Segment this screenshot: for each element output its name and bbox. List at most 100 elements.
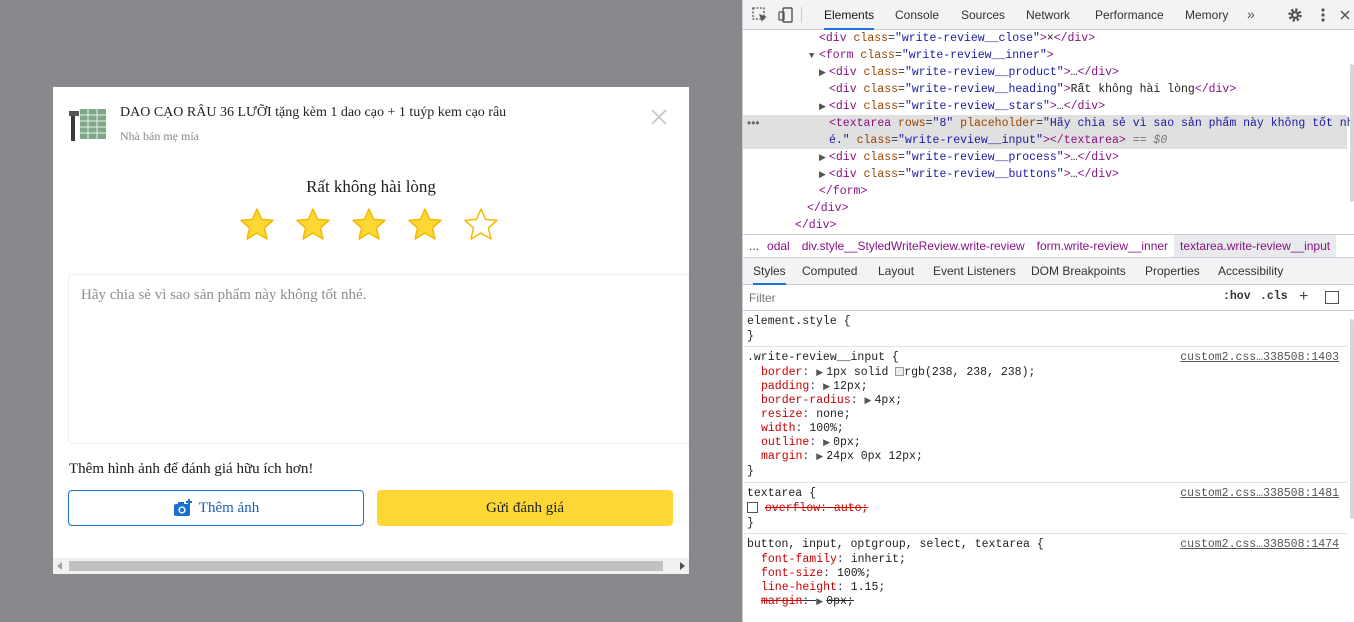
breadcrumb-item[interactable]: div.style__StyledWriteReview.write-revie… (796, 235, 1031, 257)
breadcrumb-item[interactable]: form.write-review__inner (1031, 235, 1174, 257)
rule-brace: } (747, 330, 754, 343)
devtools-panel: Elements Console Sources Network Perform… (742, 0, 1354, 622)
tab-performance[interactable]: Performance (1095, 0, 1164, 30)
horizontal-scrollbar[interactable] (53, 558, 689, 574)
submit-review-button[interactable]: Gửi đánh giá (377, 490, 673, 526)
devtools-toolbar: Elements Console Sources Network Perform… (743, 0, 1354, 30)
rule-source-link[interactable]: custom2.css…338508:1403 (1180, 351, 1339, 364)
subtab-properties[interactable]: Properties (1145, 258, 1200, 285)
style-property[interactable]: resize: none; (761, 408, 851, 422)
dom-node-heading[interactable]: <div class="write-review__heading">Rất k… (743, 81, 1347, 98)
subtab-layout[interactable]: Layout (878, 258, 914, 285)
kebab-menu-icon[interactable] (1317, 6, 1329, 24)
star-empty-icon[interactable] (463, 207, 499, 243)
style-property[interactable]: outline: ▶ 0px; (761, 436, 861, 450)
page-backdrop: DAO CẠO RÂU 36 LƯỠI tặng kèm 1 dao cạo +… (0, 0, 742, 622)
rule-brace: } (747, 517, 754, 530)
dom-tree-scrollbar[interactable] (1350, 64, 1354, 202)
breadcrumb-overflow[interactable]: ... (743, 235, 761, 257)
star-filled-icon[interactable] (239, 207, 275, 243)
style-rule-textarea: textarea { custom2.css…338508:1481 overf… (743, 484, 1347, 534)
property-checkbox[interactable] (747, 502, 758, 513)
toolbar-separator (801, 7, 802, 23)
color-swatch[interactable] (895, 367, 905, 376)
dom-node-div-close[interactable]: </div> (743, 200, 1347, 217)
close-icon[interactable] (649, 107, 669, 127)
scroll-right-arrow-icon[interactable] (680, 562, 685, 570)
style-property[interactable]: border-radius: ▶ 4px; (761, 394, 902, 408)
product-thumbnail (69, 107, 107, 143)
styles-filter-bar: :hov .cls + (743, 285, 1354, 311)
add-photo-hint: Thêm hình ảnh để đánh giá hữu ích hơn! (69, 461, 314, 477)
breadcrumb: ... odal div.style__StyledWriteReview.writ… (743, 234, 1354, 258)
scroll-left-arrow-icon[interactable] (57, 562, 62, 570)
dom-node-textarea-selected[interactable]: ••• <textarea rows="8" placeholder="Hãy … (743, 115, 1354, 149)
more-tabs-chevron-icon[interactable]: » (1247, 0, 1255, 30)
style-property[interactable]: font-size: 100%; (761, 567, 871, 581)
dom-node-process[interactable]: ▶ <div class="write-review__process">…</d… (743, 149, 1347, 166)
subtab-accessibility[interactable]: Accessibility (1218, 258, 1283, 285)
tab-network[interactable]: Network (1026, 0, 1070, 30)
style-rule-form-controls: button, input, optgroup, select, textare… (743, 535, 1347, 622)
rule-source-link[interactable]: custom2.css…338508:1474 (1180, 538, 1339, 551)
style-rule-element: element.style { } (743, 311, 1347, 347)
scrollbar-thumb[interactable] (69, 561, 663, 571)
rule-selector: textarea { (747, 487, 817, 500)
rule-selector: button, input, optgroup, select, textare… (747, 538, 1044, 551)
rating-stars (239, 207, 499, 247)
dom-node-stars[interactable]: ▶ <div class="write-review__stars">…</div… (743, 98, 1347, 115)
styles-filter-input[interactable] (747, 288, 1215, 307)
style-property[interactable]: padding: ▶ 12px; (761, 380, 868, 394)
subtab-computed[interactable]: Computed (802, 258, 857, 285)
star-filled-icon[interactable] (295, 207, 331, 243)
styles-scrollbar[interactable] (1350, 319, 1354, 519)
dom-node-product[interactable]: ▶ <div class="write-review__product">…</d… (743, 64, 1347, 81)
dom-node-close[interactable]: <div class="write-review__close">×</div> (743, 30, 1347, 47)
rule-selector: .write-review__input { (747, 351, 899, 364)
camera-plus-icon (173, 499, 192, 516)
close-devtools-icon[interactable] (1339, 8, 1351, 22)
style-property-disabled[interactable]: overflow: auto; (747, 502, 868, 516)
star-filled-icon[interactable] (407, 207, 443, 243)
seller-name: Nhà bán mẹ mía (120, 129, 199, 143)
computed-sidebar-toggle-icon[interactable] (1325, 291, 1339, 304)
write-review-modal: DAO CẠO RÂU 36 LƯỠI tặng kèm 1 dao cạo +… (53, 87, 689, 574)
dom-node-form[interactable]: ▼ <form class="write-review__inner"> (743, 47, 1347, 64)
new-style-rule-plus-icon[interactable]: + (1299, 288, 1308, 306)
dom-node-form-close[interactable]: </form> (743, 183, 1347, 200)
inspect-element-icon[interactable] (751, 6, 769, 24)
add-photo-button[interactable]: Thêm ảnh (68, 490, 364, 526)
styles-pane: element.style { } .write-review__input {… (743, 311, 1354, 622)
tab-memory[interactable]: Memory (1185, 0, 1228, 30)
style-property-overridden[interactable]: margin: ▶ 0px; (761, 595, 854, 609)
tab-console[interactable]: Console (895, 0, 939, 30)
dom-node-buttons[interactable]: ▶ <div class="write-review__buttons">…</d… (743, 166, 1347, 183)
rule-source-link[interactable]: custom2.css…338508:1481 (1180, 487, 1339, 500)
rule-selector: element.style { (747, 315, 851, 328)
style-property[interactable]: line-height: 1.15; (761, 581, 885, 595)
breadcrumb-item[interactable]: odal (761, 235, 796, 257)
hover-state-toggle[interactable]: :hov (1223, 290, 1251, 303)
style-rule-write-review-input: .write-review__input { custom2.css…33850… (743, 348, 1347, 483)
star-filled-icon[interactable] (351, 207, 387, 243)
style-property[interactable]: width: 100%; (761, 422, 844, 436)
dom-node-div-close-outer[interactable]: </div> (743, 217, 1347, 234)
product-name: DAO CẠO RÂU 36 LƯỠI tặng kèm 1 dao cạo +… (120, 105, 507, 120)
review-textarea[interactable] (68, 274, 689, 444)
subtab-dom-breakpoints[interactable]: DOM Breakpoints (1031, 258, 1126, 285)
subtab-event-listeners[interactable]: Event Listeners (933, 258, 1016, 285)
gutter-dots-icon[interactable]: ••• (747, 115, 760, 132)
style-property[interactable]: margin: ▶ 24px 0px 12px; (761, 450, 923, 464)
styles-subtabs: Styles Computed Layout Event Listeners D… (743, 258, 1354, 285)
gear-icon[interactable] (1286, 6, 1304, 24)
write-review-product: DAO CẠO RÂU 36 LƯỠI tặng kèm 1 dao cạo +… (69, 103, 673, 143)
style-property[interactable]: border: ▶ 1px solid rgb(238, 238, 238); (761, 366, 1035, 380)
class-toggle[interactable]: .cls (1260, 290, 1288, 303)
tab-sources[interactable]: Sources (961, 0, 1005, 30)
style-property[interactable]: font-family: inherit; (761, 553, 906, 567)
review-heading: Rất không hài lòng (306, 177, 436, 196)
breadcrumb-item-selected[interactable]: textarea.write-review__input (1174, 235, 1337, 257)
tab-elements[interactable]: Elements (824, 0, 875, 30)
device-toolbar-icon[interactable] (777, 6, 795, 24)
subtab-styles[interactable]: Styles (753, 258, 786, 285)
